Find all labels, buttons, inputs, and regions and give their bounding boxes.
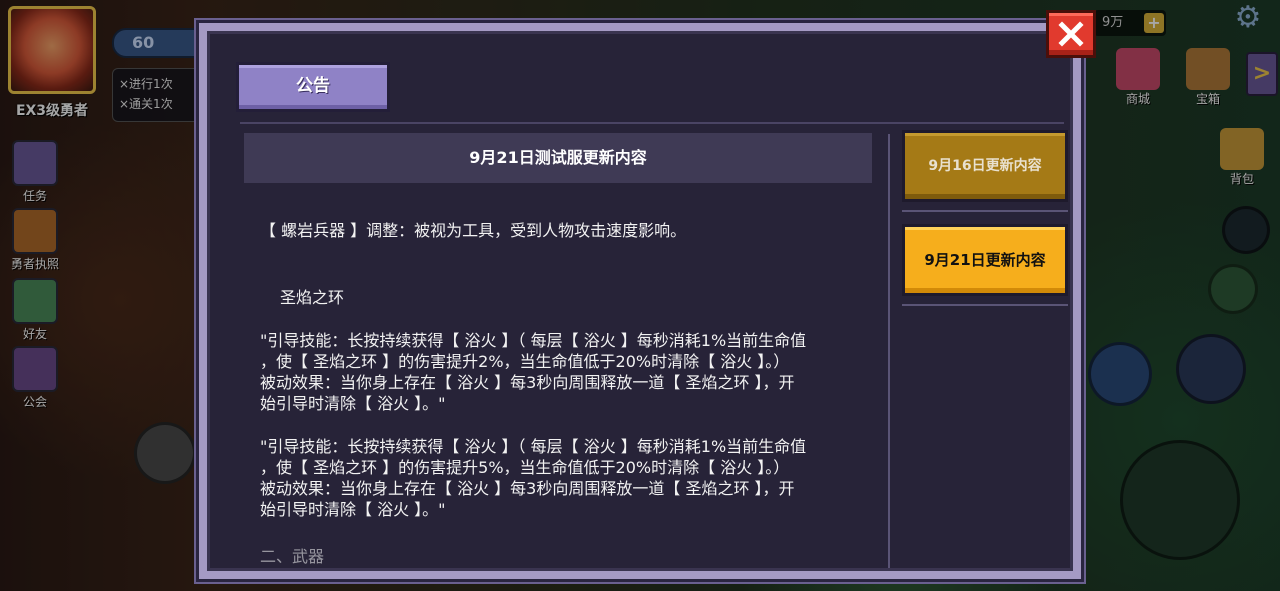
body-line: "引导技能：长按持续获得【 浴火 】（ 每层【 浴火 】每秒消耗1%当前生命值 [260, 331, 807, 350]
body-line: 始引导时清除【 浴火 】。" [260, 394, 446, 413]
close-icon [1058, 21, 1084, 47]
version-button-0916[interactable]: 9月16日更新内容 [902, 130, 1068, 202]
header-divider [240, 122, 1064, 124]
version-divider [902, 304, 1068, 306]
version-button-0921[interactable]: 9月21日更新内容 [902, 224, 1068, 296]
body-line: 【 螺岩兵器 】调整：被视为工具，受到人物攻击速度影响。 [260, 221, 687, 240]
content-body[interactable]: 【 螺岩兵器 】调整：被视为工具，受到人物攻击速度影响。 圣焰之环 "引导技能：… [260, 220, 870, 576]
tab-announcement[interactable]: 公告 [236, 62, 390, 112]
announcement-dialog: 公告 9月21日测试服更新内容 【 螺岩兵器 】调整：被视为工具，受到人物攻击速… [196, 20, 1084, 582]
content-title: 9月21日测试服更新内容 [244, 133, 872, 183]
version-divider [902, 210, 1068, 212]
body-line: ，使【 圣焰之环 】的伤害提升2%，当生命值低于20%时清除【 浴火 】。） [260, 352, 790, 371]
body-line: 二、武器 [260, 547, 325, 566]
close-button[interactable] [1046, 10, 1096, 58]
body-line: ，使【 圣焰之环 】的伤害提升5%，当生命值低于20%时清除【 浴火 】。） [260, 458, 790, 477]
body-line: "引导技能：长按持续获得【 浴火 】（ 每层【 浴火 】每秒消耗1%当前生命值 [260, 437, 807, 456]
column-divider [888, 134, 890, 568]
section-title: 圣焰之环 [280, 288, 345, 307]
body-line: 始引导时清除【 浴火 】。" [260, 500, 446, 519]
body-line: 被动效果：当你身上存在【 浴火 】每3秒向周围释放一道【 圣焰之环 】，开 [260, 373, 795, 392]
body-line: 被动效果：当你身上存在【 浴火 】每3秒向周围释放一道【 圣焰之环 】，开 [260, 479, 795, 498]
announcement-panel: 公告 9月21日测试服更新内容 【 螺岩兵器 】调整：被视为工具，受到人物攻击速… [207, 31, 1073, 571]
